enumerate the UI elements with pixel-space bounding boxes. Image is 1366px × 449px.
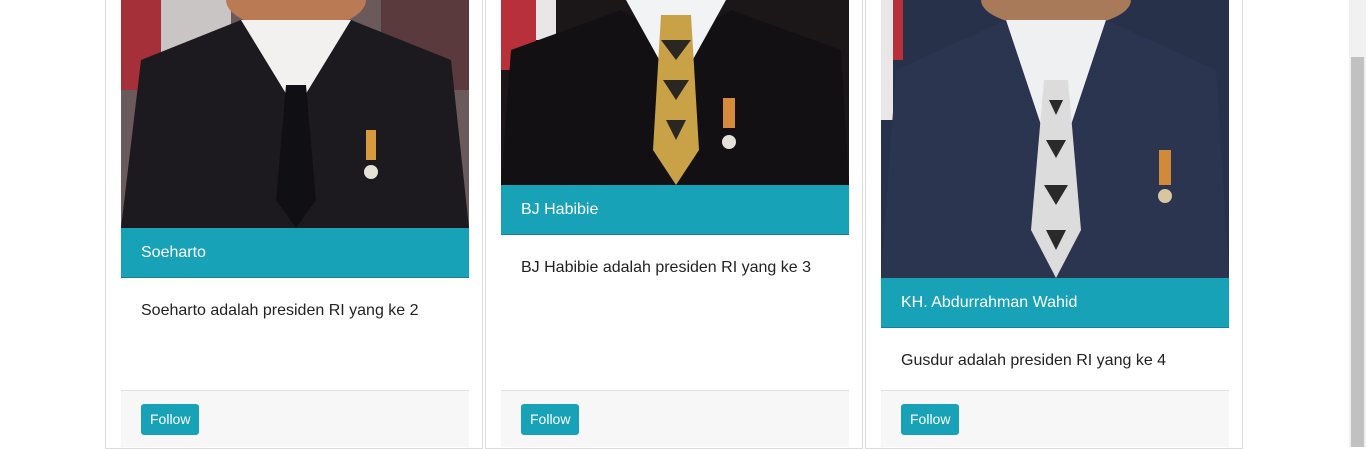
portrait-photo-gusdur [881,0,1229,278]
follow-button-habibie[interactable]: Follow [521,403,580,435]
president-card-habibie: BJ Habibie BJ Habibie adalah presiden RI… [501,0,849,447]
vertical-scrollbar[interactable] [1349,0,1366,447]
card-description-gusdur: Gusdur adalah presiden RI yang ke 4 [901,352,1167,369]
card-description-habibie: BJ Habibie adalah presiden RI yang ke 3 [521,259,811,276]
president-card-gusdur: KH. Abdurrahman Wahid Gusdur adalah pres… [881,0,1229,447]
president-card-soeharto: Soeharto Soeharto adalah presiden RI yan… [121,0,469,447]
card-footer-gusdur: Follow [881,390,1229,447]
scrollbar-thumb[interactable] [1351,57,1364,447]
card-footer-soeharto: Follow [121,390,469,447]
portrait-photo-habibie [501,0,849,185]
card-title-soeharto: Soeharto [121,228,469,278]
portrait-photo-soeharto [121,0,469,228]
follow-button-soeharto[interactable]: Follow [141,403,200,435]
follow-button-gusdur[interactable]: Follow [901,403,960,435]
card-title-habibie: BJ Habibie [501,185,849,235]
card-description-soeharto: Soeharto adalah presiden RI yang ke 2 [141,302,419,319]
card-title-gusdur: KH. Abdurrahman Wahid [881,278,1229,328]
card-footer-habibie: Follow [501,390,849,447]
